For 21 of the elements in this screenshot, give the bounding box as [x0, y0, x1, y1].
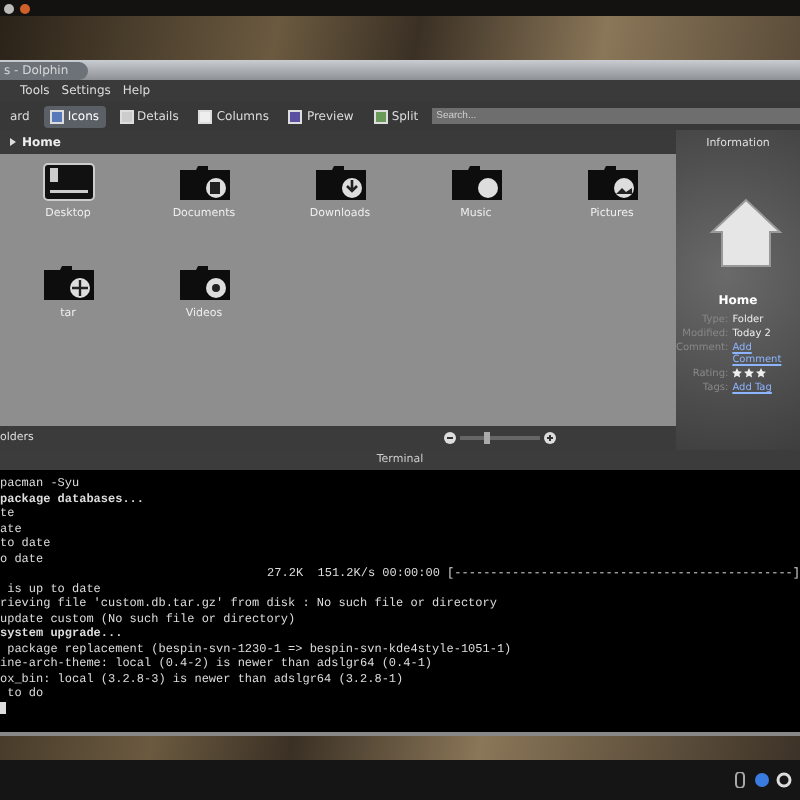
slider-thumb[interactable] — [484, 432, 490, 444]
folder-icon — [177, 262, 231, 302]
folder-icon — [585, 162, 639, 202]
terminal-cursor — [0, 701, 6, 713]
star-icon[interactable] — [744, 368, 755, 378]
folder-icon — [313, 162, 367, 202]
caret-icon — [8, 138, 16, 146]
monitor-icon — [41, 162, 95, 202]
view-icon — [49, 109, 64, 123]
folder-icon — [41, 262, 95, 302]
zoom-in-icon[interactable] — [544, 432, 556, 444]
folder-icon — [177, 162, 231, 202]
view-icon — [288, 109, 303, 123]
star-icon[interactable] — [732, 368, 743, 378]
view-icon — [373, 109, 388, 123]
view-icon — [198, 109, 213, 123]
view-icon — [119, 109, 134, 123]
folder-icon — [449, 162, 503, 202]
house-icon — [708, 194, 784, 270]
zoom-out-icon[interactable] — [444, 432, 456, 444]
star-icon[interactable] — [756, 368, 767, 378]
